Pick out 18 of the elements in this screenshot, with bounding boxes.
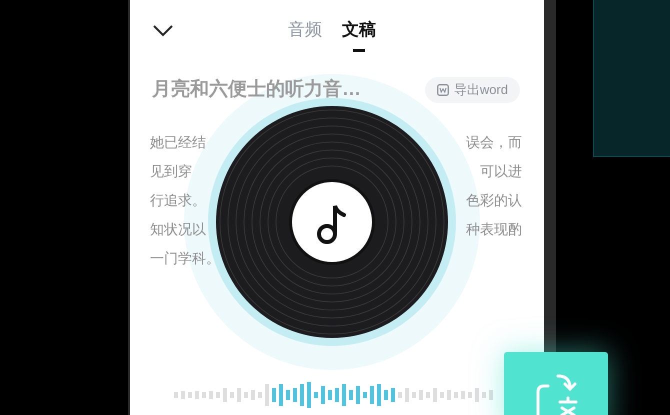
- transcript-text: 一门学科。: [150, 249, 220, 268]
- transcript-text: 知状况以: [150, 220, 207, 239]
- audio-to-text-icon: [534, 372, 578, 415]
- transcript-text: 色彩的认: [466, 191, 522, 210]
- transcript-text: 误会，而: [466, 133, 522, 152]
- transcript-text: 可以进: [480, 162, 522, 181]
- transcript-text: 她已经结: [150, 133, 207, 152]
- document-title: 月亮和六便士的听力音…: [152, 78, 361, 102]
- tab[interactable]: 文稿: [342, 18, 376, 52]
- tab-indicator: [353, 49, 365, 52]
- export-word-button[interactable]: 导出word: [424, 77, 520, 103]
- transcript-text: 种表现酌: [466, 220, 522, 239]
- transcribe-tile[interactable]: [504, 352, 608, 415]
- word-file-icon: [436, 84, 449, 96]
- chevron-down-icon[interactable]: [152, 24, 174, 38]
- transcript-text: 行追求。: [150, 191, 207, 210]
- tab[interactable]: 音频: [288, 18, 322, 52]
- transcript-text: 见到穿: [150, 162, 193, 181]
